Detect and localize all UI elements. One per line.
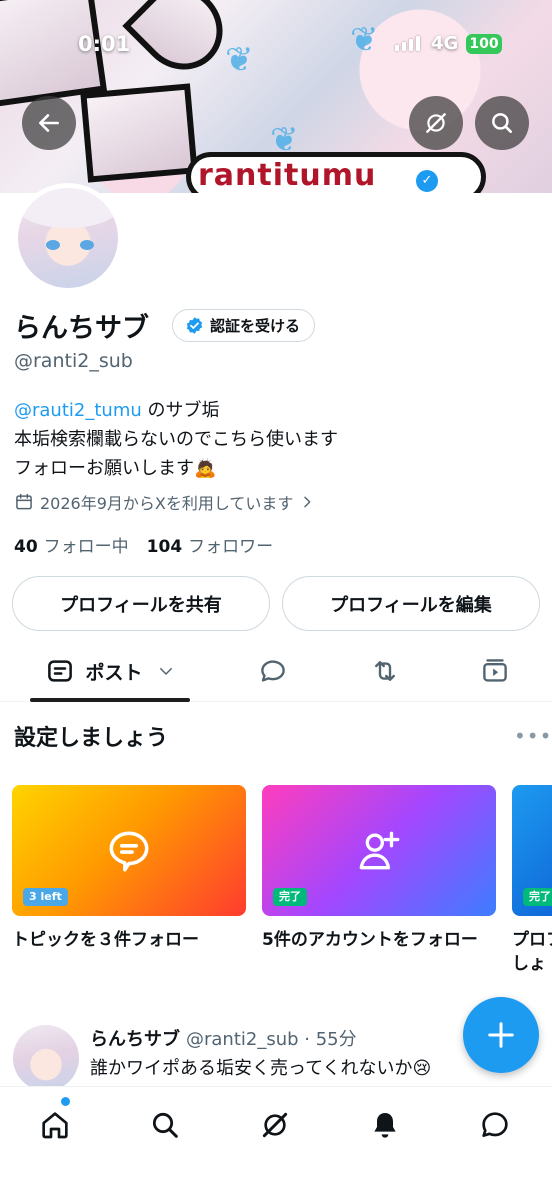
grok-icon (262, 1112, 288, 1138)
bio-mention-link[interactable]: @rauti2_tumu (14, 400, 142, 421)
bell-icon (374, 1113, 396, 1138)
nav-home[interactable] (35, 1105, 75, 1145)
post-header: らんちサブ @ranti2_sub · 55分 (90, 1025, 357, 1051)
get-verified-label: 認証を受ける (210, 317, 301, 335)
arrow-left-icon (39, 114, 59, 132)
search-icon (152, 1112, 178, 1138)
joined-date[interactable]: 2026年9月からXを利用しています (14, 490, 315, 514)
video-icon (483, 659, 507, 682)
share-profile-button[interactable]: プロフィールを共有 (12, 576, 270, 631)
more-options-icon[interactable]: ••• (514, 724, 552, 748)
tab-replies[interactable] (248, 640, 298, 702)
banner-verified-icon: ✓ (416, 170, 438, 192)
plus-icon (488, 1022, 514, 1048)
banner-art-panel (80, 83, 198, 183)
avatar-art (46, 240, 60, 250)
setup-card-profile[interactable]: 完了 (512, 785, 552, 916)
completed-badge: 完了 (273, 888, 307, 906)
compose-post-button[interactable] (463, 997, 539, 1073)
profile-bio: @rauti2_tumu のサブ垢 本垢検索欄載らないのでこちら使います フォロ… (14, 396, 338, 483)
search-button[interactable] (475, 96, 529, 150)
tab-posts[interactable]: ポスト (30, 640, 190, 702)
avatar-art (18, 188, 118, 228)
new-posts-indicator (61, 1097, 70, 1106)
status-bar: 0:01 4G 100 (0, 0, 552, 92)
setup-card-follow-accounts[interactable]: 完了 (262, 785, 496, 916)
grok-button[interactable] (409, 96, 463, 150)
calendar-icon (16, 493, 32, 510)
get-verified-button[interactable]: 認証を受ける (172, 309, 316, 342)
joined-date-text: 2026年9月からXを利用しています (40, 494, 294, 513)
chevron-right-icon (304, 496, 311, 508)
setup-card-label-line: しょ (512, 954, 546, 974)
edit-profile-button[interactable]: プロフィールを編集 (282, 576, 540, 631)
completed-badge: 完了 (523, 888, 552, 906)
grok-icon (426, 113, 446, 133)
repost-icon (375, 661, 395, 681)
tab-media[interactable] (470, 640, 520, 702)
post-text[interactable]: 誰かワイポある垢安く売ってくれないか😢 (90, 1054, 431, 1080)
nav-notifications[interactable] (365, 1105, 405, 1145)
setup-section-title: 設定しましょう (14, 726, 169, 751)
message-icon (482, 1112, 508, 1137)
bottom-navigation (0, 1086, 552, 1200)
network-type: 4G (431, 33, 459, 54)
back-button[interactable] (22, 96, 76, 150)
active-tab-indicator (30, 698, 190, 702)
search-icon (492, 113, 512, 133)
progress-badge: 3 left (23, 888, 68, 906)
bio-line-1-text: のサブ垢 (141, 400, 220, 421)
bio-line-2: 本垢検索欄載らないのでこちら使います (14, 429, 338, 450)
nav-grok[interactable] (255, 1105, 295, 1145)
profile-avatar[interactable] (13, 183, 123, 293)
bio-line-1: @rauti2_tumu のサブ垢 (14, 396, 338, 425)
followers-label: フォロワー (188, 537, 274, 557)
post-avatar[interactable] (13, 1025, 79, 1091)
reply-bubble-icon (261, 660, 285, 682)
setup-card-label: 5件のアカウントをフォロー (262, 930, 478, 950)
banner-logo-text: rantitumu (198, 158, 377, 193)
signal-strength-icon (395, 36, 420, 51)
profile-name: らんちサブ (14, 313, 149, 344)
setup-card-label: トピックを３件フォロー (12, 930, 199, 950)
setup-card-label: プロフ しょ (512, 928, 552, 976)
status-time: 0:01 (78, 32, 131, 56)
nav-messages[interactable] (475, 1105, 515, 1145)
profile-handle: @ranti2_sub (14, 350, 133, 372)
bio-line-3: フォローお願いします🙇 (14, 458, 217, 479)
setup-card-label-line: プロフ (512, 930, 552, 950)
setup-card-topics[interactable]: 3 left (12, 785, 246, 916)
nav-search[interactable] (145, 1105, 185, 1145)
add-user-icon (359, 831, 400, 869)
post-meta: @ranti2_sub · 55分 (186, 1029, 357, 1050)
follow-stats: 40 フォロー中 104 フォロワー (14, 532, 273, 557)
avatar-art (80, 240, 94, 250)
chevron-down-icon (159, 668, 172, 675)
tab-posts-label: ポスト (85, 661, 143, 684)
profile-tabs: ポスト (0, 640, 552, 702)
verified-badge-icon (186, 317, 203, 334)
following-count: 40 (14, 537, 38, 557)
home-icon (42, 1112, 68, 1139)
post-author-name[interactable]: らんちサブ (90, 1029, 180, 1050)
chat-bubble-icon (109, 831, 149, 872)
followers-link[interactable]: 104 フォロワー (147, 532, 274, 557)
posts-icon (48, 660, 73, 682)
followers-count: 104 (146, 537, 183, 557)
following-link[interactable]: 40 フォロー中 (14, 532, 129, 557)
following-label: フォロー中 (43, 537, 129, 557)
battery-indicator: 100 (466, 34, 502, 54)
tab-reposts[interactable] (360, 640, 410, 702)
